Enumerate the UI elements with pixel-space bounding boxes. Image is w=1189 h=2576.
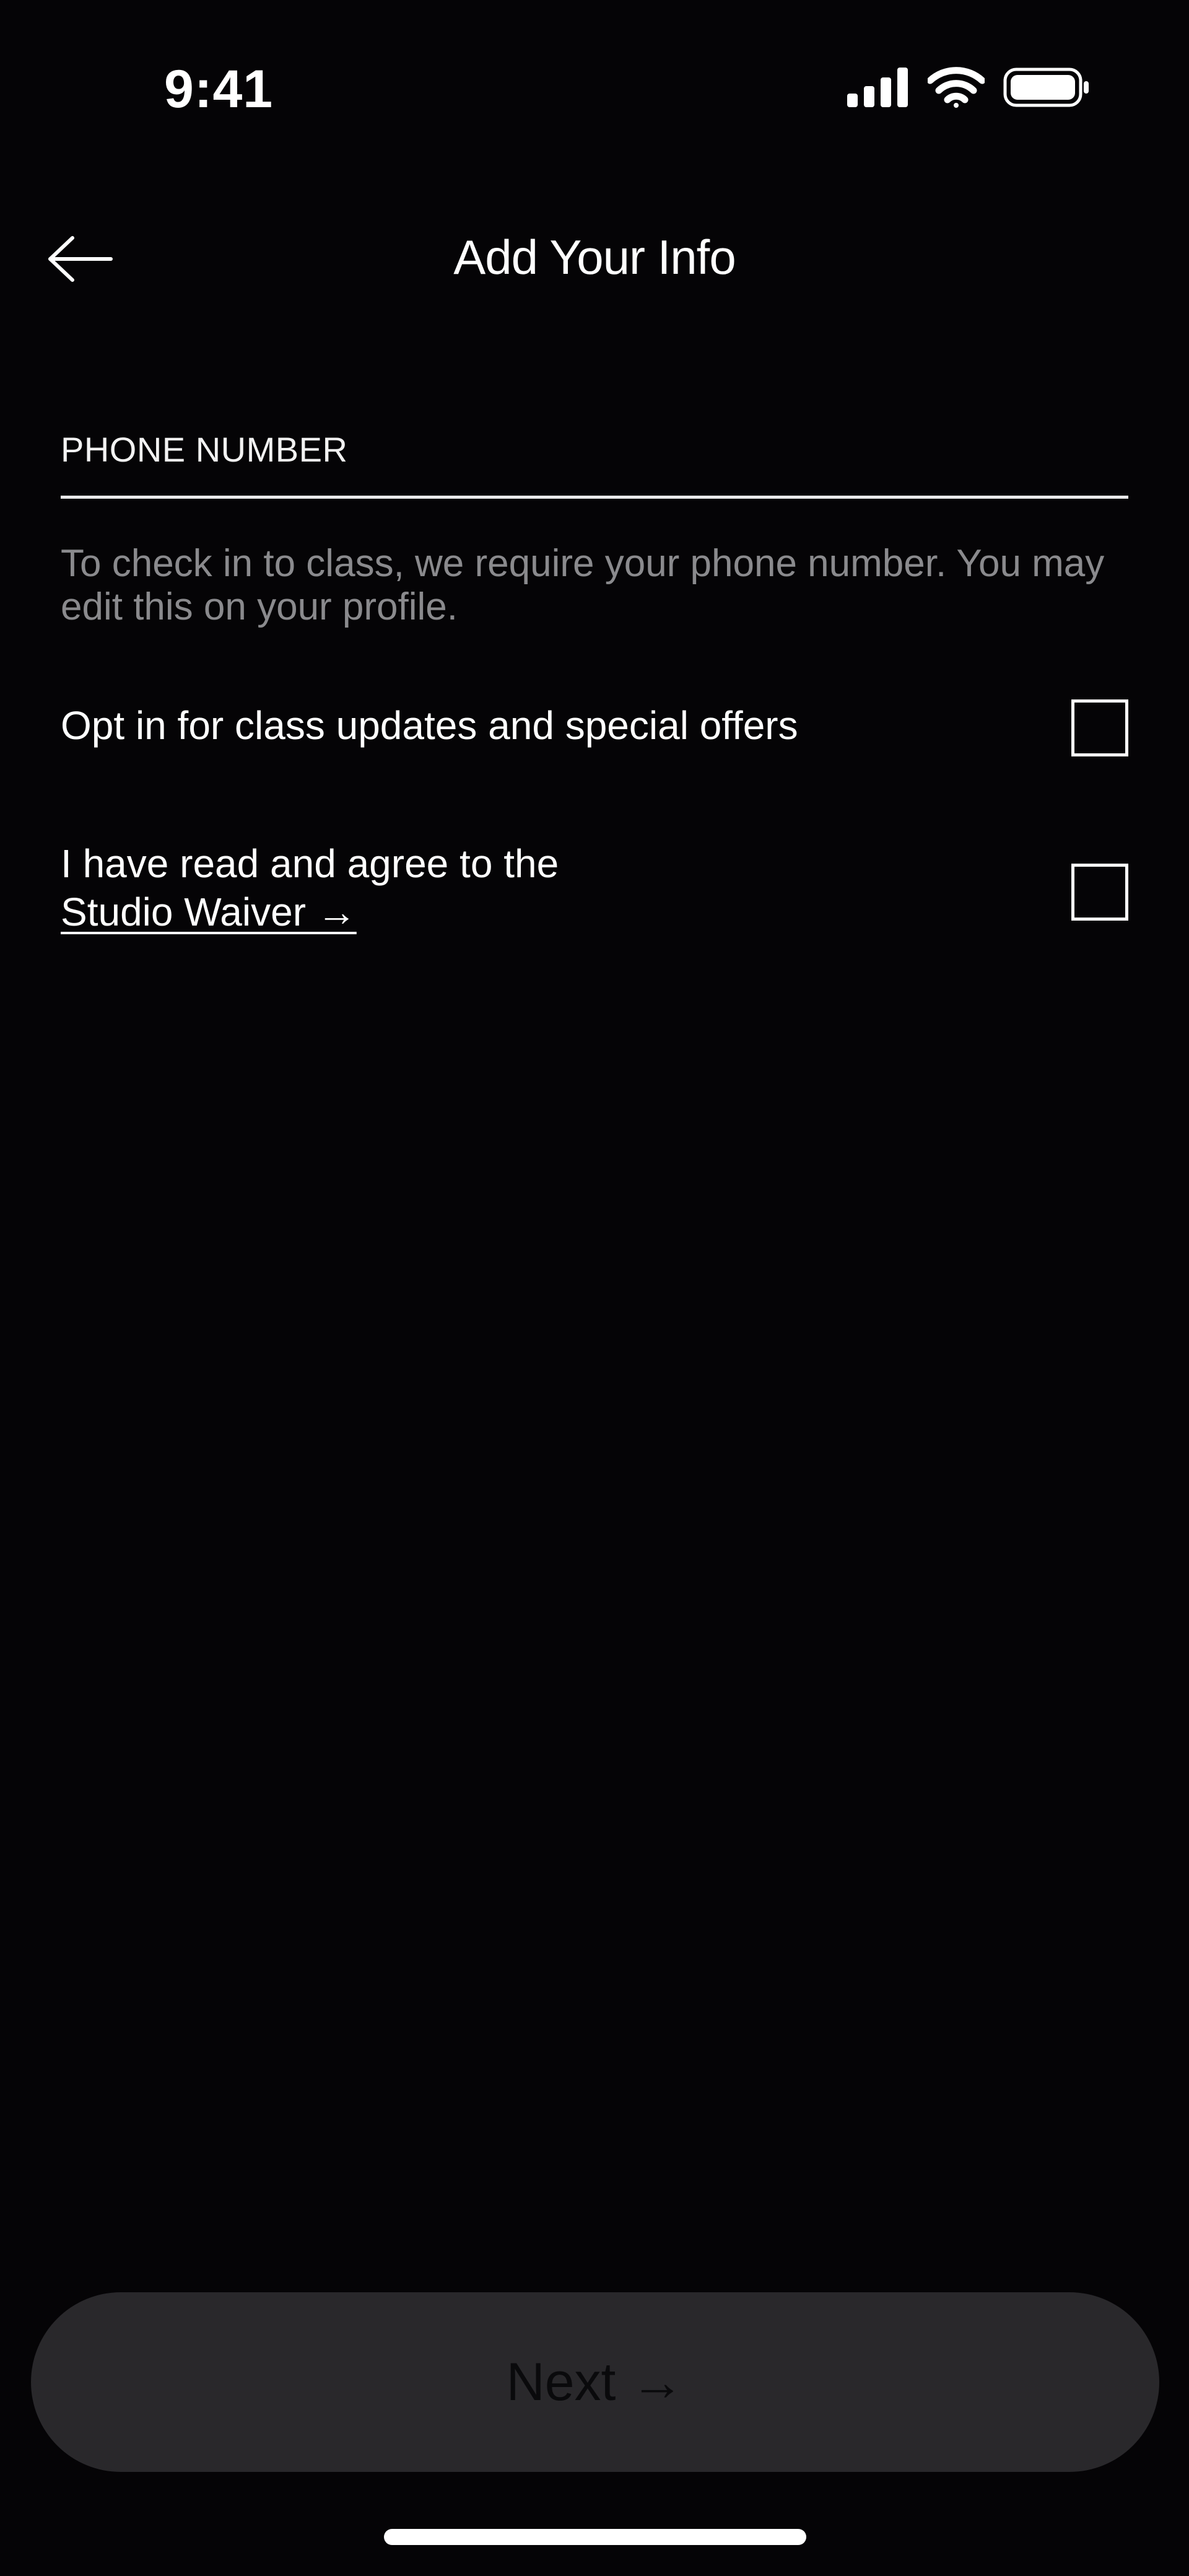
updates-checkbox[interactable] — [1071, 699, 1128, 756]
signal-icon — [847, 68, 909, 110]
wifi-icon — [926, 67, 986, 111]
status-bar: 9:41 — [0, 0, 1189, 161]
status-time: 9:41 — [164, 59, 274, 119]
phone-number-input[interactable] — [61, 409, 1128, 489]
phone-number-field[interactable] — [61, 409, 1128, 499]
studio-waiver-link[interactable]: Studio Waiver → — [61, 890, 357, 934]
updates-option-row[interactable]: Opt in for class updates and special off… — [61, 694, 1128, 762]
updates-option-label: Opt in for class updates and special off… — [61, 703, 798, 748]
phone-helper-text: To check in to class, we require your ph… — [61, 542, 1105, 628]
waiver-option-label: I have read and agree to the — [61, 841, 559, 886]
status-icons — [847, 67, 1090, 111]
waiver-link-line: Studio Waiver → — [61, 888, 1128, 936]
waiver-option-row[interactable]: I have read and agree to the Studio Waiv… — [61, 839, 1128, 945]
next-button[interactable]: Next → — [31, 2292, 1159, 2472]
battery-icon — [1003, 68, 1090, 110]
nav-bar: Add Your Info — [0, 204, 1189, 316]
home-indicator — [384, 2529, 806, 2545]
page-title: Add Your Info — [453, 230, 736, 284]
waiver-checkbox[interactable] — [1071, 864, 1128, 921]
